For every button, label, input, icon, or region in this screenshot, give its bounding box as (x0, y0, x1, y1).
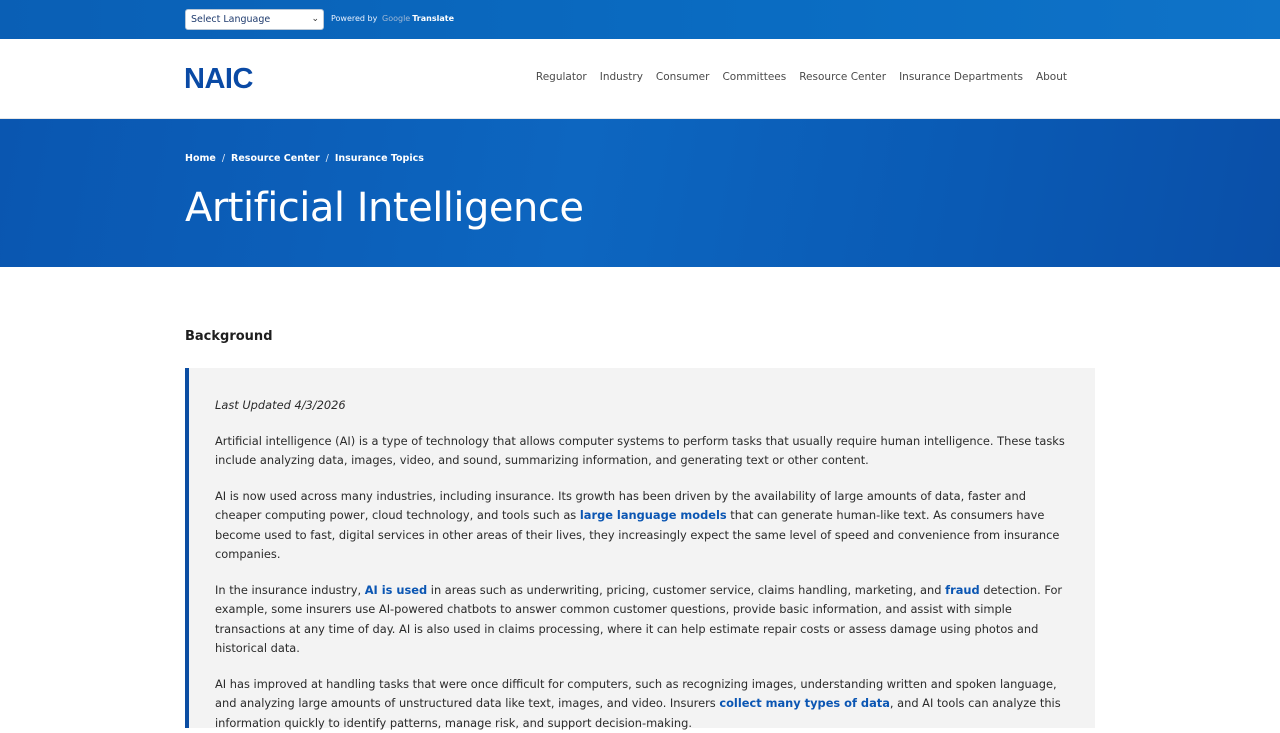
link-ai-is-used[interactable]: AI is used (365, 583, 427, 597)
paragraph-3-text-b: in areas such as underwriting, pricing, … (427, 583, 945, 597)
translate-bar: Select Language ⌄ Powered by GoogleTrans… (0, 0, 1280, 39)
nav-resource-center[interactable]: Resource Center (799, 71, 886, 83)
google-logo-text: Google (382, 14, 410, 23)
translate-text: Translate (412, 14, 454, 23)
paragraph-3-text-a: In the insurance industry, (215, 583, 365, 597)
last-updated: Last Updated 4/3/2026 (215, 396, 1069, 416)
breadcrumb-resource-center[interactable]: Resource Center (231, 153, 320, 164)
link-fraud[interactable]: fraud (945, 583, 980, 597)
link-collect-many-types-of-data[interactable]: collect many types of data (719, 696, 890, 710)
background-panel: Last Updated 4/3/2026 Artificial intelli… (185, 368, 1095, 728)
breadcrumb-separator: / (326, 153, 329, 164)
breadcrumb: Home / Resource Center / Insurance Topics (185, 153, 424, 164)
main-nav: Regulator Industry Consumer Committees R… (536, 71, 1067, 83)
language-select-label: Select Language (191, 14, 270, 25)
nav-regulator[interactable]: Regulator (536, 71, 587, 83)
breadcrumb-home[interactable]: Home (185, 153, 216, 164)
nav-about[interactable]: About (1036, 71, 1067, 83)
nav-insurance-departments[interactable]: Insurance Departments (899, 71, 1023, 83)
nav-committees[interactable]: Committees (722, 71, 786, 83)
paragraph-3: In the insurance industry, AI is used in… (215, 581, 1069, 659)
chevron-down-icon: ⌄ (311, 10, 319, 29)
section-title: Background (185, 329, 273, 344)
paragraph-2: AI is now used across many industries, i… (215, 487, 1069, 565)
language-select[interactable]: Select Language ⌄ (185, 9, 324, 30)
nav-industry[interactable]: Industry (600, 71, 643, 83)
google-translate-link[interactable]: GoogleTranslate (382, 14, 454, 23)
paragraph-1: Artificial intelligence (AI) is a type o… (215, 432, 1069, 471)
hero-banner: Home / Resource Center / Insurance Topics Ar… (0, 119, 1280, 267)
link-large-language-models[interactable]: large language models (580, 508, 727, 522)
nav-consumer[interactable]: Consumer (656, 71, 710, 83)
page-title: Artificial Intelligence (185, 185, 583, 231)
naic-logo[interactable]: NAIC (184, 63, 253, 96)
powered-by-text: Powered by (331, 14, 377, 23)
paragraph-4: AI has improved at handling tasks that w… (215, 675, 1069, 733)
breadcrumb-separator: / (222, 153, 225, 164)
site-header: NAIC Regulator Industry Consumer Committ… (0, 39, 1280, 119)
breadcrumb-insurance-topics[interactable]: Insurance Topics (335, 153, 424, 164)
